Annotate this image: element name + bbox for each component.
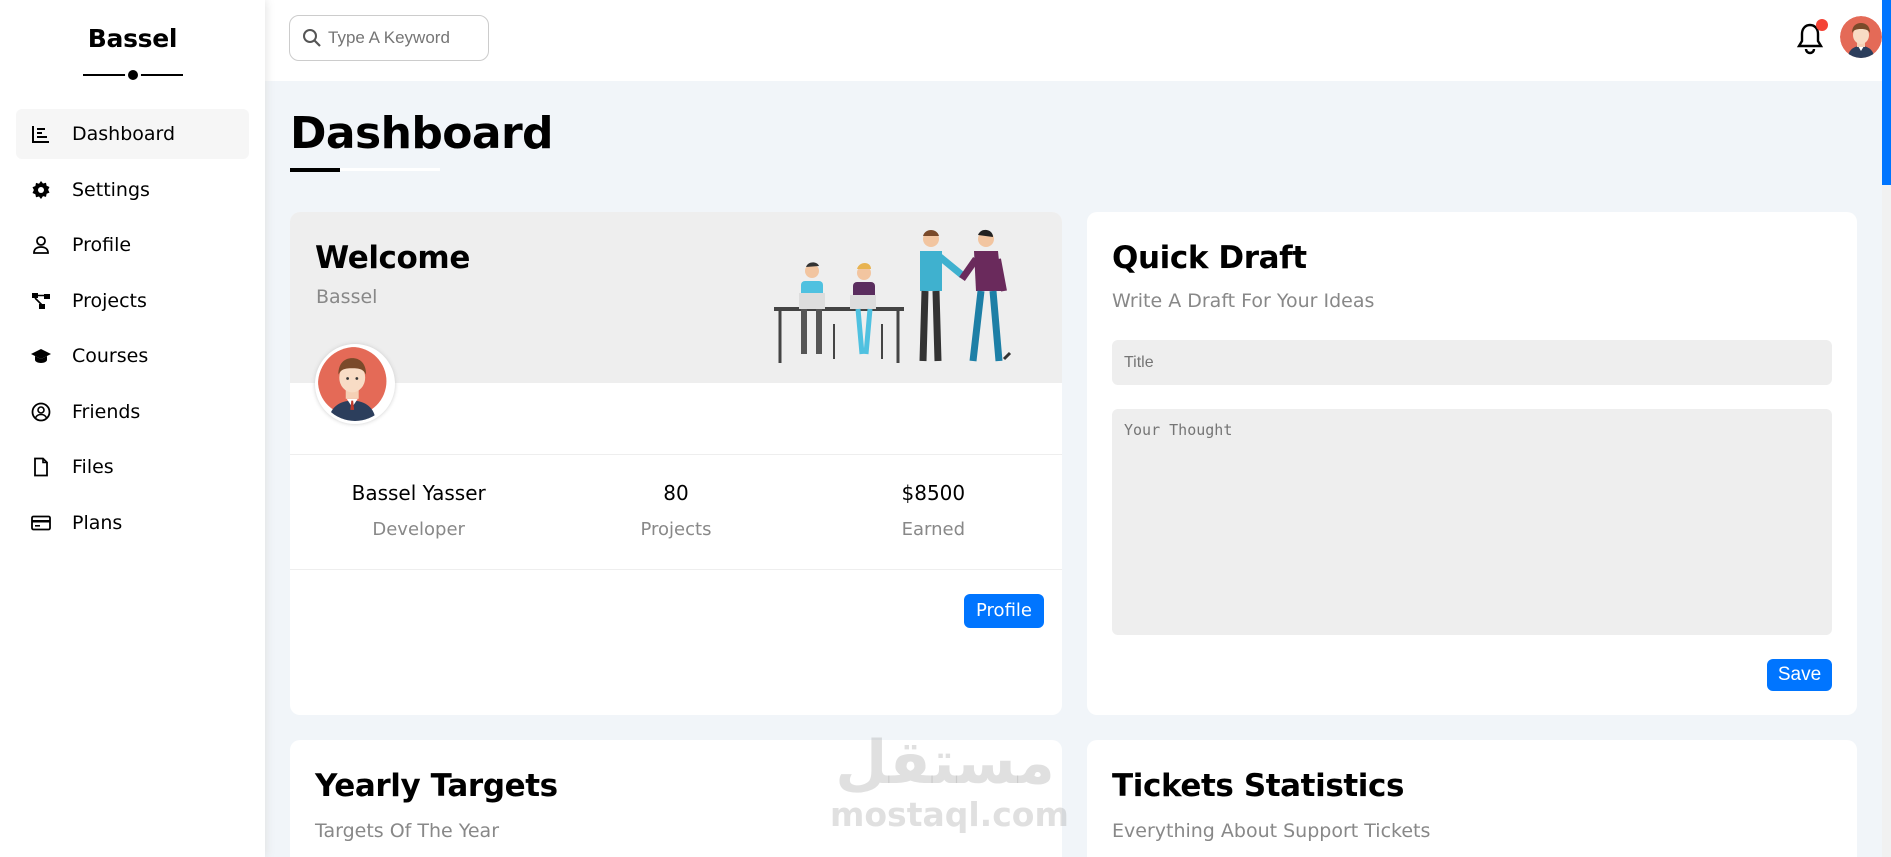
- quick-draft-subtitle: Write A Draft For Your Ideas: [1112, 290, 1375, 312]
- stat-label: Earned: [901, 519, 966, 540]
- credit-card-icon: [30, 512, 52, 534]
- sidebar-item-label: Settings: [72, 178, 150, 201]
- avatar[interactable]: [1840, 16, 1882, 58]
- user-circle-icon: [30, 401, 52, 423]
- welcome-subtitle: Bassel: [316, 286, 378, 308]
- welcome-header: Welcome Bassel: [290, 212, 1062, 383]
- welcome-card: Welcome Bassel Bassel Yasser Developer 8…: [290, 212, 1062, 715]
- scrollbar[interactable]: [1882, 0, 1891, 857]
- welcome-title: Welcome: [315, 240, 470, 276]
- page-title: Dashboard: [290, 108, 554, 159]
- sidebar-item-files[interactable]: Files: [16, 442, 249, 492]
- sidebar-item-profile[interactable]: Profile: [16, 220, 249, 270]
- tickets-statistics-card: Tickets Statistics Everything About Supp…: [1087, 740, 1857, 857]
- watermark-latin: mostaql.com: [830, 795, 1069, 834]
- yearly-targets-subtitle: Targets Of The Year: [315, 820, 500, 842]
- sidebar-item-courses[interactable]: Courses: [16, 331, 249, 381]
- stat-label: Developer: [372, 519, 465, 540]
- tickets-statistics-subtitle: Everything About Support Tickets: [1112, 820, 1431, 842]
- brand-divider: [82, 67, 183, 83]
- sidebar-item-dashboard[interactable]: Dashboard: [16, 109, 249, 159]
- draft-thought-textarea[interactable]: [1112, 409, 1832, 635]
- sidebar-nav: Dashboard Settings Profile Projects Cour…: [0, 109, 265, 548]
- stat-name: Bassel Yasser Developer: [290, 455, 547, 569]
- save-button[interactable]: Save: [1767, 659, 1832, 691]
- welcome-stats: Bassel Yasser Developer 80 Projects $850…: [290, 454, 1062, 570]
- brand-title: Bassel: [87, 24, 178, 53]
- sidebar-item-friends[interactable]: Friends: [16, 387, 249, 437]
- stat-value: $8500: [901, 481, 966, 505]
- watermark: مستقل mostaql.com: [830, 728, 1069, 838]
- tickets-statistics-title: Tickets Statistics: [1112, 768, 1405, 804]
- stat-projects: 80 Projects: [547, 455, 804, 569]
- search-box[interactable]: [289, 15, 489, 61]
- watermark-arabic: مستقل: [835, 728, 1055, 798]
- sidebar-item-label: Files: [72, 456, 114, 478]
- top-header: [265, 0, 1882, 81]
- notification-badge: [1816, 19, 1828, 31]
- sidebar-item-label: Plans: [72, 511, 123, 534]
- stat-value: Bassel Yasser: [351, 481, 486, 505]
- quick-draft-title: Quick Draft: [1112, 240, 1307, 276]
- stat-earned: $8500 Earned: [805, 455, 1062, 569]
- graduation-cap-icon: [30, 345, 52, 367]
- sidebar-item-label: Projects: [72, 289, 147, 312]
- notification-button[interactable]: [1795, 19, 1828, 56]
- diagram-icon: [30, 290, 52, 312]
- user-icon: [30, 234, 52, 256]
- quick-draft-card: Quick Draft Write A Draft For Your Ideas…: [1087, 212, 1857, 715]
- sidebar-item-plans[interactable]: Plans: [16, 498, 249, 548]
- search-input[interactable]: [328, 28, 478, 48]
- file-icon: [30, 456, 52, 478]
- chart-icon: [30, 123, 52, 145]
- sidebar-item-label: Courses: [72, 345, 149, 367]
- profile-button[interactable]: Profile: [964, 594, 1044, 628]
- sidebar-item-settings[interactable]: Settings: [16, 165, 249, 215]
- sidebar: Bassel Dashboard Settings Profile Projec…: [0, 0, 265, 857]
- stat-value: 80: [663, 481, 689, 505]
- welcome-avatar: [315, 344, 395, 424]
- draft-title-input[interactable]: [1112, 340, 1832, 385]
- stat-label: Projects: [640, 519, 712, 540]
- sidebar-item-projects[interactable]: Projects: [16, 276, 249, 326]
- sidebar-item-label: Dashboard: [72, 123, 176, 145]
- yearly-targets-title: Yearly Targets: [315, 768, 558, 804]
- gear-icon: [30, 179, 52, 201]
- search-icon: [303, 29, 321, 47]
- scrollbar-thumb[interactable]: [1882, 0, 1891, 185]
- team-illustration: [774, 229, 1012, 363]
- sidebar-item-label: Friends: [72, 400, 141, 423]
- title-underline: [290, 168, 440, 172]
- sidebar-item-label: Profile: [72, 234, 132, 256]
